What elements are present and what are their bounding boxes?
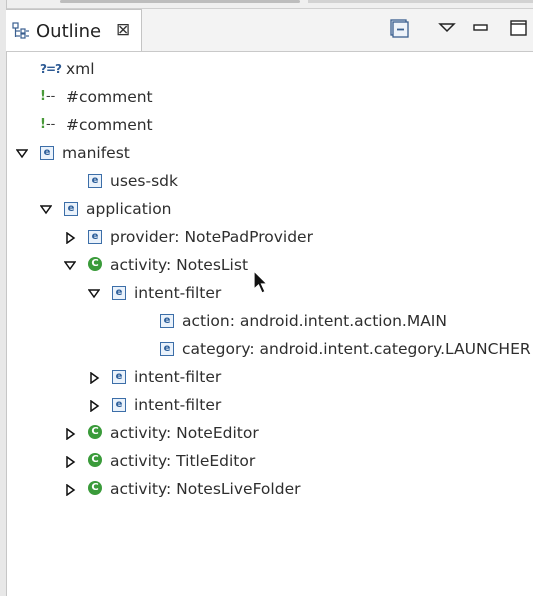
class-icon: C — [88, 453, 102, 467]
element-icon: e — [40, 146, 54, 160]
collapsed-twisty-icon[interactable] — [88, 400, 100, 412]
tree-node[interactable]: ?=? xml — [6, 56, 533, 84]
comment-icon: !-- — [40, 89, 56, 104]
element-icon: e — [112, 398, 126, 412]
tree-node-label: intent-filter — [134, 284, 222, 302]
tree-node[interactable]: !-- #comment — [6, 112, 533, 140]
tree-node-label: provider: NotePadProvider — [110, 228, 313, 246]
collapse-all-icon[interactable] — [388, 17, 410, 39]
xml-declaration-icon: ?=? — [40, 62, 62, 76]
element-icon: e — [112, 286, 126, 300]
outline-tab[interactable]: Outline ⊠ — [6, 9, 142, 51]
collapsed-twisty-icon[interactable] — [64, 456, 76, 468]
element-icon: e — [64, 202, 78, 216]
expanded-twisty-icon[interactable] — [88, 288, 100, 300]
outline-tree: ?=? xml !-- #comment !-- #comment e manifest e us… — [6, 56, 533, 596]
element-icon: e — [160, 342, 174, 356]
tree-node[interactable]: e intent-filter — [6, 392, 533, 420]
collapsed-twisty-icon[interactable] — [88, 372, 100, 384]
tree-node[interactable]: Cactivity: NotesList — [6, 252, 533, 280]
outline-view-header: Outline ⊠ — [6, 9, 533, 52]
close-icon[interactable]: ⊠ — [116, 20, 130, 40]
tree-node[interactable]: e intent-filter — [6, 280, 533, 308]
tree-node-label: intent-filter — [134, 368, 222, 386]
tree-node-label: activity: NotesList — [110, 256, 249, 274]
class-icon: C — [88, 257, 102, 271]
class-icon: C — [88, 425, 102, 439]
tree-node[interactable]: e uses-sdk — [6, 168, 533, 196]
tree-node-label: category: android.intent.category.LAUNCH… — [182, 340, 531, 358]
expanded-twisty-icon[interactable] — [64, 260, 76, 272]
element-icon: e — [88, 174, 102, 188]
tree-node[interactable]: !-- #comment — [6, 84, 533, 112]
tree-node-label: #comment — [66, 116, 153, 134]
tree-node[interactable]: e application — [6, 196, 533, 224]
minimize-icon[interactable] — [470, 17, 492, 39]
outline-view-icon — [12, 22, 29, 39]
tree-node-label: action: android.intent.action.MAIN — [182, 312, 447, 330]
maximize-icon[interactable] — [508, 17, 530, 39]
tree-node-label: uses-sdk — [110, 172, 178, 190]
view-menu-icon[interactable] — [436, 17, 458, 39]
tree-node-label: #comment — [66, 88, 153, 106]
tree-node-label: application — [86, 200, 172, 218]
tree-node-label: manifest — [62, 144, 130, 162]
tree-node[interactable]: e provider: NotePadProvider — [6, 224, 533, 252]
top-scrollbar-track[interactable] — [308, 0, 533, 3]
class-icon: C — [88, 481, 102, 495]
outline-tab-title: Outline — [36, 21, 102, 42]
element-icon: e — [112, 370, 126, 384]
tree-node[interactable]: e intent-filter — [6, 364, 533, 392]
element-icon: e — [88, 230, 102, 244]
window-top-edge — [0, 0, 533, 9]
tree-node[interactable]: e action: android.intent.action.MAIN — [6, 308, 533, 336]
tree-node-label: activity: TitleEditor — [110, 452, 256, 470]
tree-node[interactable]: Cactivity: NoteEditor — [6, 420, 533, 448]
element-icon: e — [160, 314, 174, 328]
tree-node[interactable]: Cactivity: NotesLiveFolder — [6, 476, 533, 504]
top-scrollbar-thumb[interactable] — [60, 0, 300, 3]
tree-node-label: intent-filter — [134, 396, 222, 414]
collapsed-twisty-icon[interactable] — [64, 232, 76, 244]
tree-node-label: activity: NotesLiveFolder — [110, 480, 301, 498]
expanded-twisty-icon[interactable] — [16, 148, 28, 160]
collapsed-twisty-icon[interactable] — [64, 484, 76, 496]
tree-node[interactable]: e manifest — [6, 140, 533, 168]
tree-node-label: activity: NoteEditor — [110, 424, 259, 442]
tree-node[interactable]: e category: android.intent.category.LAUNC… — [6, 336, 533, 364]
comment-icon: !-- — [40, 117, 56, 132]
expanded-twisty-icon[interactable] — [40, 204, 52, 216]
tree-node[interactable]: Cactivity: TitleEditor — [6, 448, 533, 476]
collapsed-twisty-icon[interactable] — [64, 428, 76, 440]
tree-node-label: xml — [66, 60, 95, 78]
mouse-pointer-icon — [253, 270, 269, 294]
